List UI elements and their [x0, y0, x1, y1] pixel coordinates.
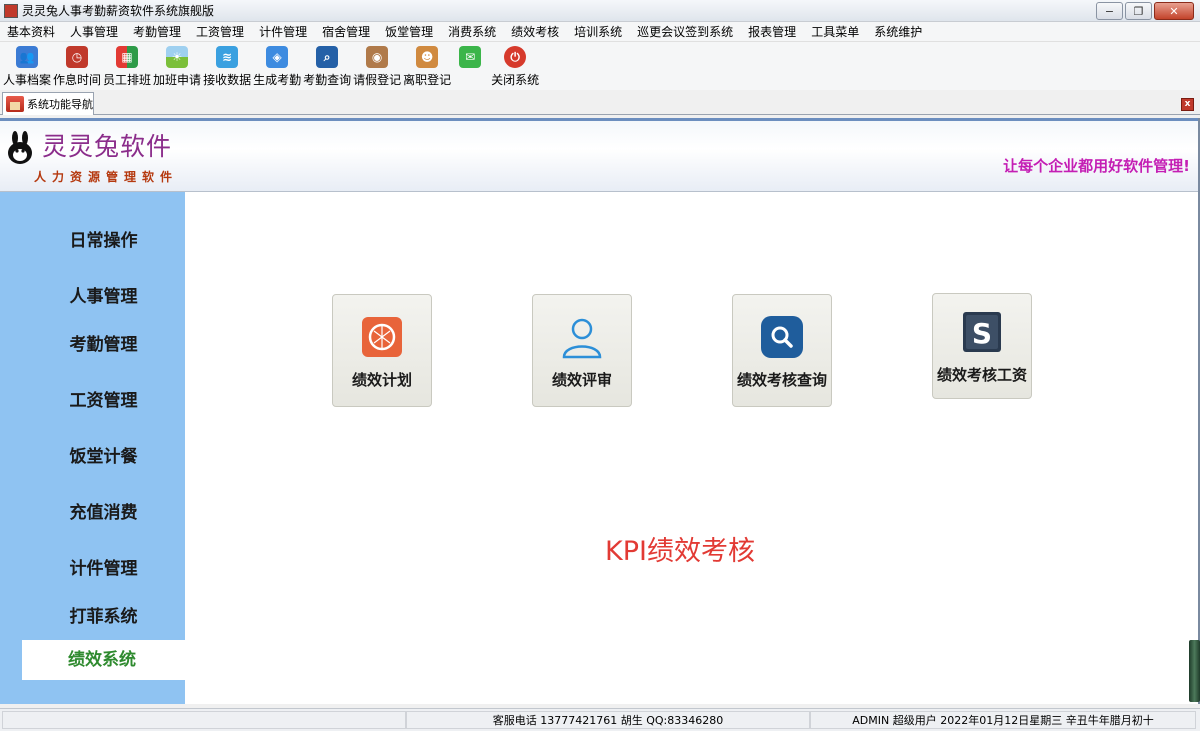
person-icon: ☻ [416, 46, 439, 68]
menu-maintenance[interactable]: 系统维护 [867, 23, 930, 40]
brand-title: 灵灵兔软件 [42, 132, 173, 161]
status-user-info: ADMIN 超级用户 2022年01月12日星期三 辛丑牛年腊月初十 [810, 711, 1196, 729]
tool-overtime[interactable]: ☀ 加班申请 [153, 42, 201, 88]
minimize-button[interactable]: − [1096, 2, 1123, 20]
menu-performance[interactable]: 绩效考核 [504, 23, 567, 40]
tool-hr-records[interactable]: 👥 人事档案 [3, 42, 51, 88]
svg-text:S: S [972, 317, 992, 350]
performance-query-button[interactable]: 绩效考核查询 [732, 294, 832, 407]
performance-salary-button[interactable]: S 绩效考核工资 [932, 293, 1032, 399]
sidebar-item-hr[interactable]: 人事管理 [0, 282, 185, 307]
main-content: 绩效计划 绩效评审 绩效考核查询 S 绩效考核工资 KPI绩效考核 [185, 192, 1198, 704]
menu-piecework[interactable]: 计件管理 [252, 23, 315, 40]
window-controls: − ❐ ✕ [1096, 2, 1194, 20]
sidebar-item-performance[interactable]: 绩效系统 [22, 640, 185, 680]
tool-generate-attendance[interactable]: ◈ 生成考勤 [253, 42, 301, 88]
chat-icon: ✉ [459, 46, 482, 68]
title-bar: 灵灵兔人事考勤薪资软件系统旗舰版 − ❐ ✕ [0, 0, 1200, 22]
menu-attendance[interactable]: 考勤管理 [126, 23, 189, 40]
tool-attendance-query[interactable]: ⌕ 考勤查询 [303, 42, 351, 88]
scrollbar-handle[interactable] [1189, 640, 1200, 702]
status-service-info: 客服电话 13777421761 胡生 QQ:83346280 [406, 711, 810, 729]
landscape-icon: ☀ [166, 46, 189, 68]
performance-review-button[interactable]: 绩效评审 [532, 294, 632, 407]
sidebar-item-attendance[interactable]: 考勤管理 [0, 330, 185, 355]
power-icon: ⏻ [504, 46, 527, 68]
toolbar: 👥 人事档案 ◷ 作息时间 ▦ 员工排班 ☀ 加班申请 ≋ 接收数据 ◈ 生成考… [0, 42, 1200, 90]
rabbit-logo-icon [8, 131, 32, 164]
menu-salary[interactable]: 工资管理 [189, 23, 252, 40]
tool-receive-data[interactable]: ≋ 接收数据 [203, 42, 251, 88]
slogan: 让每个企业都用好软件管理! [1003, 157, 1190, 175]
search-icon [761, 316, 803, 358]
window-title: 灵灵兔人事考勤薪资软件系统旗舰版 [22, 4, 215, 18]
plan-icon [362, 317, 402, 357]
menu-bar: 基本资料 人事管理 考勤管理 工资管理 计件管理 宿舍管理 饭堂管理 消费系统 … [0, 22, 1200, 42]
menu-reports[interactable]: 报表管理 [741, 23, 804, 40]
tool-close-system[interactable]: ⏻ 关闭系统 [491, 42, 539, 88]
sidebar-item-recharge[interactable]: 充值消费 [0, 498, 185, 523]
status-cell-empty [2, 711, 406, 729]
app-icon [4, 3, 18, 18]
home-icon [6, 96, 24, 112]
sidebar: 日常操作 人事管理 考勤管理 工资管理 饭堂计餐 充值消费 计件管理 打菲系统 … [0, 192, 185, 704]
sidebar-item-daily[interactable]: 日常操作 [0, 226, 185, 251]
tool-shift[interactable]: ▦ 员工排班 [103, 42, 151, 88]
menu-canteen[interactable]: 饭堂管理 [378, 23, 441, 40]
tab-strip: 系统功能导航 x [0, 90, 1200, 115]
status-bar: 客服电话 13777421761 胡生 QQ:83346280 ADMIN 超级… [0, 708, 1200, 731]
menu-training[interactable]: 培训系统 [567, 23, 630, 40]
menu-dormitory[interactable]: 宿舍管理 [315, 23, 378, 40]
menu-basic-data[interactable]: 基本资料 [0, 23, 63, 40]
sidebar-item-salary[interactable]: 工资管理 [0, 386, 185, 411]
tab-close-button[interactable]: x [1181, 98, 1194, 111]
menu-patrol-meeting[interactable]: 巡更会议签到系统 [630, 23, 741, 40]
tool-resign-register[interactable]: ☻ 离职登记 [403, 42, 451, 88]
grid-icon: ▦ [116, 46, 139, 68]
sidebar-item-canteen[interactable]: 饭堂计餐 [0, 442, 185, 467]
tool-leave-register[interactable]: ◉ 请假登记 [353, 42, 401, 88]
camera-icon: ◉ [366, 46, 389, 68]
sidebar-item-piecework[interactable]: 计件管理 [0, 554, 185, 579]
wifi-icon: ≋ [216, 46, 239, 68]
s-logo-icon: S [963, 312, 1001, 352]
people-icon: 👥 [16, 46, 38, 68]
menu-consumption[interactable]: 消费系统 [441, 23, 504, 40]
sidebar-item-dafei[interactable]: 打菲系统 [0, 602, 185, 627]
brand-subtitle: 人力资源管理软件 [34, 170, 179, 184]
close-button[interactable]: ✕ [1154, 2, 1194, 20]
header-banner: 灵灵兔软件 人力资源管理软件 让每个企业都用好软件管理! [0, 118, 1198, 192]
tool-wechat[interactable]: ✉ [453, 42, 487, 88]
menu-tools[interactable]: 工具菜单 [804, 23, 867, 40]
search-icon: ⌕ [316, 46, 339, 68]
tab-system-navigation[interactable]: 系统功能导航 [2, 92, 94, 115]
menu-hr[interactable]: 人事管理 [63, 23, 126, 40]
kpi-heading: KPI绩效考核 [605, 536, 755, 567]
tool-schedule-time[interactable]: ◷ 作息时间 [53, 42, 101, 88]
box-icon: ◈ [266, 46, 289, 68]
user-outline-icon [562, 318, 602, 359]
maximize-button[interactable]: ❐ [1125, 2, 1152, 20]
performance-plan-button[interactable]: 绩效计划 [332, 294, 432, 407]
clock-icon: ◷ [66, 46, 89, 68]
